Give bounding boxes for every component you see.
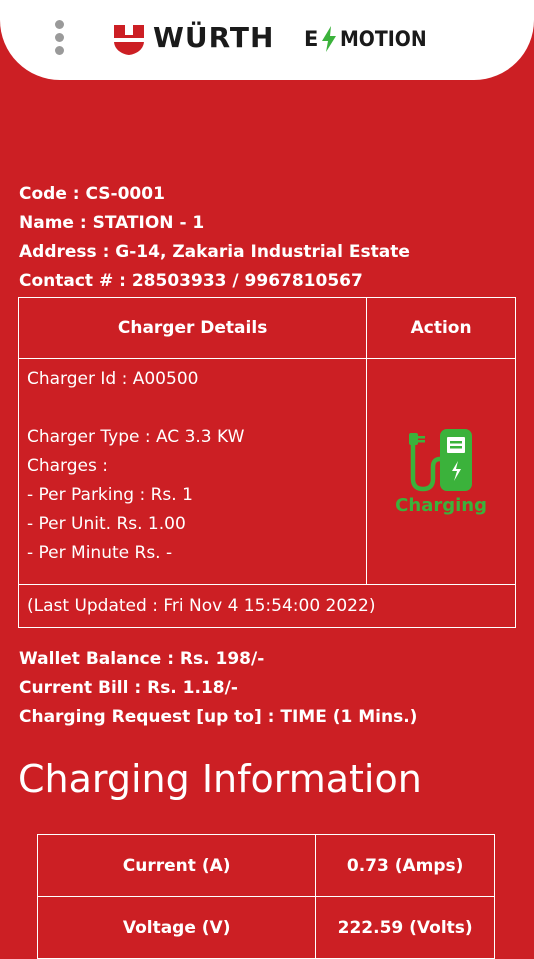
header-charger-details: Charger Details [17,297,368,359]
charging-request: Charging Request [up to] : TIME (1 Mins.… [19,707,418,727]
charging-information-table: Current (A) 0.73 (Amps) Voltage (V) 222.… [36,834,495,959]
table-row: Current (A) 0.73 (Amps) [36,834,495,897]
charger-id: Charger Id : A00500 [27,369,199,389]
menu-dots-icon[interactable] [50,20,70,56]
station-name: Name : STATION - 1 [19,213,205,233]
lightning-bolt-icon [322,26,337,52]
charging-information-title: Charging Information [18,757,422,801]
charging-action-button[interactable]: Charging [366,358,516,585]
table-row: Voltage (V) 222.59 (Volts) [36,896,495,959]
ev-charger-icon [409,429,473,492]
station-contact: Contact # : 28503933 / 9967810567 [19,271,363,291]
current-label: Current (A) [36,834,317,897]
charger-type: Charger Type : AC 3.3 KW [27,427,245,447]
header-action: Action [366,297,516,359]
charges-label: Charges : [27,456,108,476]
charging-status-label: Charging [395,495,487,516]
charger-details-cell: Charger Id : A00500 Charger Type : AC 3.… [17,358,368,585]
wallet-balance: Wallet Balance : Rs. 198/- [19,649,265,669]
current-bill: Current Bill : Rs. 1.18/- [19,678,238,698]
wurth-logo-icon [114,25,144,55]
current-value: 0.73 (Amps) [315,834,495,897]
station-info: Code : CS-0001 Name : STATION - 1 Addres… [19,180,410,296]
voltage-label: Voltage (V) [36,896,317,959]
per-parking-charge: - Per Parking : Rs. 1 [27,485,193,505]
charger-details-table: Charger Details Action Charger Id : A005… [17,297,516,628]
table-row: (Last Updated : Fri Nov 4 15:54:00 2022) [18,584,516,628]
table-header-row: Charger Details Action [17,297,516,359]
per-unit-charge: - Per Unit. Rs. 1.00 [27,514,186,534]
per-minute-charge: - Per Minute Rs. - [27,543,173,563]
sub-brand-logo: E MOTION [304,25,437,53]
voltage-value: 222.59 (Volts) [315,896,495,959]
sub-brand-suffix: MOTION [340,27,428,51]
table-row: Charger Id : A00500 Charger Type : AC 3.… [17,358,516,585]
station-code: Code : CS-0001 [19,184,165,204]
station-address: Address : G-14, Zakaria Industrial Estat… [19,242,410,262]
sub-brand-prefix: E [304,27,319,51]
brand-name: WÜRTH [153,21,275,54]
app-header: WÜRTH E MOTION [0,0,534,80]
wallet-info: Wallet Balance : Rs. 198/- Current Bill … [19,645,417,732]
last-updated: (Last Updated : Fri Nov 4 15:54:00 2022) [18,584,516,628]
